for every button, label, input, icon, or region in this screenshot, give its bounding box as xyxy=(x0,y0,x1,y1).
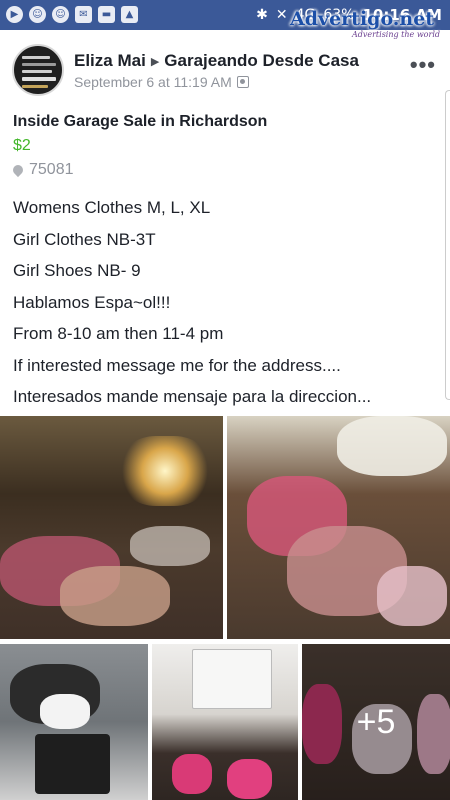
photo-more[interactable]: +5 xyxy=(302,644,450,800)
play-icon: ▶ xyxy=(6,6,23,23)
post-content: Inside Garage Sale in Richardson $2 7508… xyxy=(10,110,438,413)
bluetooth-icon: ✱ xyxy=(256,7,268,23)
description-line: Girl Clothes NB-3T xyxy=(13,229,156,249)
listing-title: Inside Garage Sale in Richardson xyxy=(13,113,268,130)
group-privacy-icon xyxy=(236,76,249,88)
folder-icon: ▬ xyxy=(98,6,115,23)
caret-right-icon: ▶ xyxy=(150,54,160,68)
mute-icon: ✕ xyxy=(275,7,288,23)
watermark-slogan: Advertising the world xyxy=(351,30,440,39)
description-line: Womens Clothes M, L, XL xyxy=(13,198,211,217)
description-line: If interested message me for the address… xyxy=(13,355,341,375)
snapchat-icon: ☺ xyxy=(29,6,46,23)
more-photos-overlay[interactable]: +5 xyxy=(302,644,450,800)
description-line: Girl Shoes NB- 9 xyxy=(13,261,141,280)
photo-garage-room[interactable] xyxy=(0,416,223,639)
watermark-title: Advertigo.net xyxy=(290,8,435,30)
listing-description: Womens Clothes M, L, XL Girl Clothes NB-… xyxy=(13,192,438,413)
post-meta: September 6 at 11:19 AM xyxy=(74,74,249,90)
listing-price: $2 xyxy=(13,137,31,154)
avatar[interactable] xyxy=(12,44,64,96)
group-name[interactable]: Garajeando Desde Casa xyxy=(164,51,359,71)
photo-shoes-display[interactable] xyxy=(152,644,298,800)
photo-handbags[interactable] xyxy=(0,644,148,800)
listing-zip: 75081 xyxy=(29,161,74,178)
author-name[interactable]: Eliza Mai xyxy=(74,51,146,71)
adjacent-card-edge xyxy=(445,90,450,400)
notification-icons: ▶ ☺ ☺ ✉ ▬ ▲ xyxy=(6,6,138,23)
more-photos-count: +5 xyxy=(356,702,396,741)
post-timestamp[interactable]: September 6 at 11:19 AM xyxy=(74,74,232,90)
description-line: Interesados mande mensaje para la direcc… xyxy=(13,387,372,406)
location-pin-icon xyxy=(10,162,26,178)
advertigo-watermark: Advertigo.net Advertising the world xyxy=(290,8,440,48)
description-line: From 8-10 am then 11-4 pm xyxy=(13,324,224,343)
more-options-button[interactable]: ••• xyxy=(410,52,436,78)
image-icon: ▲ xyxy=(121,6,138,23)
listing-location: 75081 xyxy=(10,158,438,182)
author-row: Eliza Mai ▶ Garajeando Desde Casa xyxy=(74,51,359,71)
photo-clothes-floor[interactable] xyxy=(227,416,450,639)
snapchat-icon: ☺ xyxy=(52,6,69,23)
mail-icon: ✉ xyxy=(75,6,92,23)
description-line: Hablamos Espa~ol!!! xyxy=(13,292,171,312)
